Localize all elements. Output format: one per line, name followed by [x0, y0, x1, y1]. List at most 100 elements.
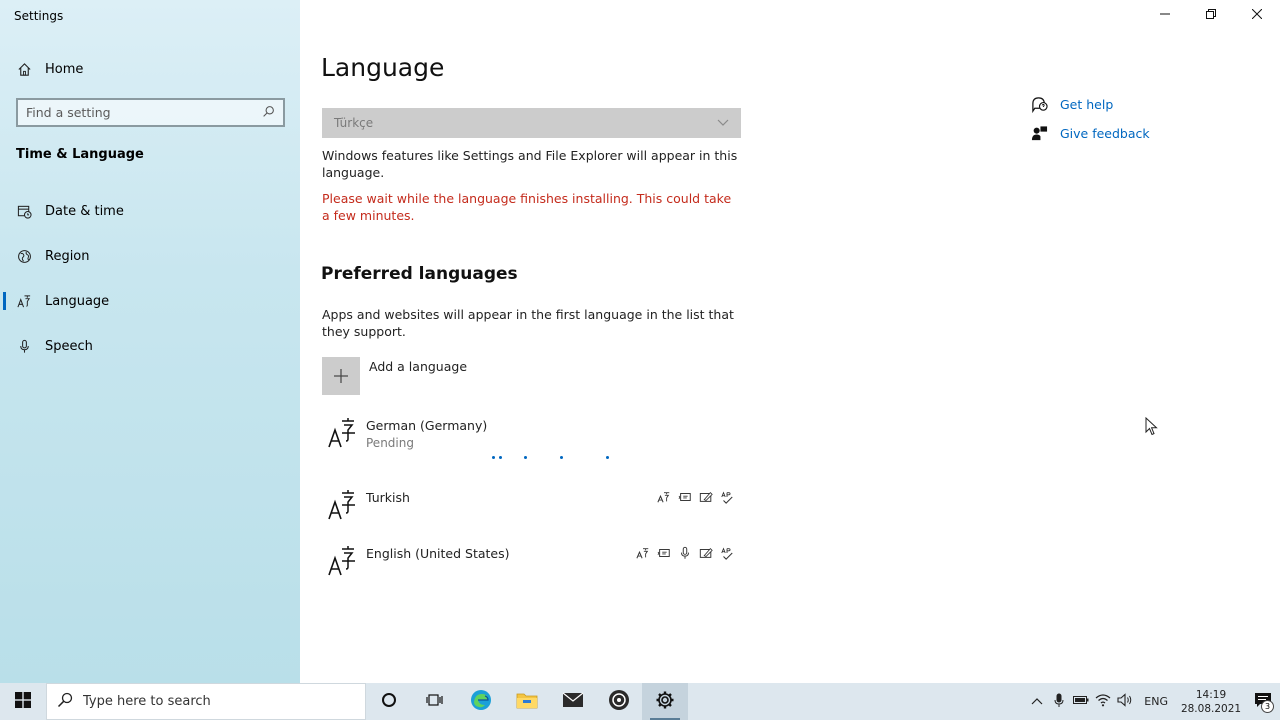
language-item-turkish[interactable]: Turkish — [322, 486, 742, 536]
close-button[interactable] — [1234, 0, 1280, 30]
language-status: Pending — [366, 436, 414, 450]
calendar-clock-icon — [16, 203, 32, 219]
notification-count-badge: 3 — [1261, 700, 1274, 713]
taskbar-settings[interactable] — [642, 683, 688, 720]
sidebar-item-home[interactable]: Home — [16, 58, 83, 80]
language-glyph-icon — [326, 542, 358, 582]
tray-volume[interactable] — [1114, 683, 1136, 720]
clock-time: 14:19 — [1195, 688, 1227, 701]
spell-check-icon — [719, 489, 734, 504]
language-icon — [16, 293, 32, 309]
main-content: Language Türkçe Windows features like Se… — [300, 0, 1280, 683]
microphone-icon — [1054, 693, 1064, 711]
show-hidden-icons-button[interactable] — [1026, 683, 1048, 720]
language-features — [635, 545, 734, 560]
get-help-link[interactable]: Get help — [1030, 94, 1150, 114]
preferred-languages-description: Apps and websites will appear in the fir… — [322, 307, 734, 339]
edge-icon — [470, 689, 492, 715]
globe-icon — [16, 248, 32, 264]
language-glyph-icon — [326, 486, 358, 526]
display-language-icon — [635, 545, 650, 560]
microphone-icon — [16, 338, 32, 354]
taskbar-mail[interactable] — [550, 683, 596, 720]
sidebar-item-label: Home — [45, 61, 84, 77]
language-name: Turkish — [366, 490, 410, 505]
taskbar-search-box[interactable] — [46, 683, 366, 720]
sidebar-item-label: Language — [45, 293, 110, 309]
restore-button[interactable] — [1188, 0, 1234, 30]
close-icon — [1251, 8, 1263, 23]
tray-battery[interactable] — [1070, 683, 1092, 720]
find-setting-search-box[interactable] — [16, 98, 285, 127]
clock-date: 28.08.2021 — [1180, 702, 1242, 715]
language-name: German (Germany) — [366, 418, 488, 433]
get-help-label: Get help — [1060, 96, 1114, 112]
spell-check-icon — [719, 545, 734, 560]
taskbar-edge[interactable] — [458, 683, 504, 720]
language-features — [656, 489, 734, 504]
handwriting-icon — [698, 489, 713, 504]
home-icon — [16, 61, 32, 77]
sidebar-item-language[interactable]: Language — [0, 283, 300, 319]
system-tray: ENG 14:19 28.08.2021 3 — [1026, 683, 1280, 720]
find-setting-input[interactable] — [26, 105, 262, 120]
sidebar: Settings Home Time & Language Date & tim… — [0, 0, 300, 683]
sidebar-item-date-time[interactable]: Date & time — [0, 193, 300, 229]
display-language-icon — [656, 489, 671, 504]
chevron-down-icon — [717, 116, 729, 130]
action-center-button[interactable]: 3 — [1246, 683, 1280, 720]
sidebar-item-label: Region — [45, 248, 90, 264]
preferred-languages-title: Preferred languages — [321, 264, 518, 284]
feedback-icon — [1030, 124, 1048, 142]
install-warning-text: Please wait while the language finishes … — [322, 191, 732, 223]
give-feedback-link[interactable]: Give feedback — [1030, 123, 1150, 143]
language-glyph-icon — [326, 414, 358, 454]
windows-logo-icon — [15, 691, 31, 712]
minimize-icon — [1160, 8, 1170, 23]
taskbar-task-view[interactable] — [412, 683, 458, 720]
taskbar-search-input[interactable] — [83, 694, 333, 709]
taskbar-cortana[interactable] — [366, 683, 412, 720]
chevron-up-icon — [1031, 695, 1043, 708]
get-help-icon — [1030, 95, 1048, 113]
taskbar-clock[interactable]: 14:19 28.08.2021 — [1176, 688, 1246, 716]
language-item-english[interactable]: English (United States) — [322, 542, 742, 592]
selected-display-language: Türkçe — [334, 116, 374, 130]
search-icon — [57, 692, 73, 712]
tray-network[interactable] — [1092, 683, 1114, 720]
add-language-button[interactable]: Add a language — [322, 357, 467, 395]
app-title: Settings — [14, 9, 64, 23]
display-language-description: Windows features like Settings and File … — [322, 148, 738, 180]
settings-icon — [655, 690, 675, 714]
taskbar: ENG 14:19 28.08.2021 3 — [0, 683, 1280, 720]
section-title: Time & Language — [16, 147, 144, 162]
taskbar-file-explorer[interactable] — [504, 683, 550, 720]
battery-icon — [1073, 695, 1089, 708]
text-to-speech-icon — [677, 489, 692, 504]
sidebar-item-region[interactable]: Region — [0, 238, 300, 274]
give-feedback-label: Give feedback — [1060, 125, 1150, 141]
install-progress-indicator — [492, 456, 622, 460]
mail-icon — [562, 692, 584, 712]
file-explorer-icon — [516, 691, 538, 713]
add-language-label: Add a language — [369, 359, 468, 374]
language-name: English (United States) — [366, 546, 510, 561]
sidebar-item-label: Speech — [45, 338, 93, 354]
speaker-icon — [1117, 693, 1133, 710]
sidebar-item-speech[interactable]: Speech — [0, 328, 300, 364]
taskbar-media-player[interactable] — [596, 683, 642, 720]
input-language-indicator[interactable]: ENG — [1136, 695, 1176, 708]
cortana-icon — [381, 692, 397, 712]
search-icon[interactable] — [262, 103, 275, 122]
windows-display-language-select[interactable]: Türkçe — [322, 108, 741, 138]
sidebar-item-label: Date & time — [45, 203, 124, 219]
tray-microphone[interactable] — [1048, 683, 1070, 720]
mouse-cursor-icon — [1145, 416, 1158, 440]
handwriting-icon — [698, 545, 713, 560]
start-button[interactable] — [0, 683, 46, 720]
minimize-button[interactable] — [1142, 0, 1188, 30]
restore-icon — [1206, 8, 1216, 23]
help-links: Get help Give feedback — [1030, 94, 1150, 152]
plus-icon — [322, 357, 360, 395]
text-to-speech-icon — [656, 545, 671, 560]
